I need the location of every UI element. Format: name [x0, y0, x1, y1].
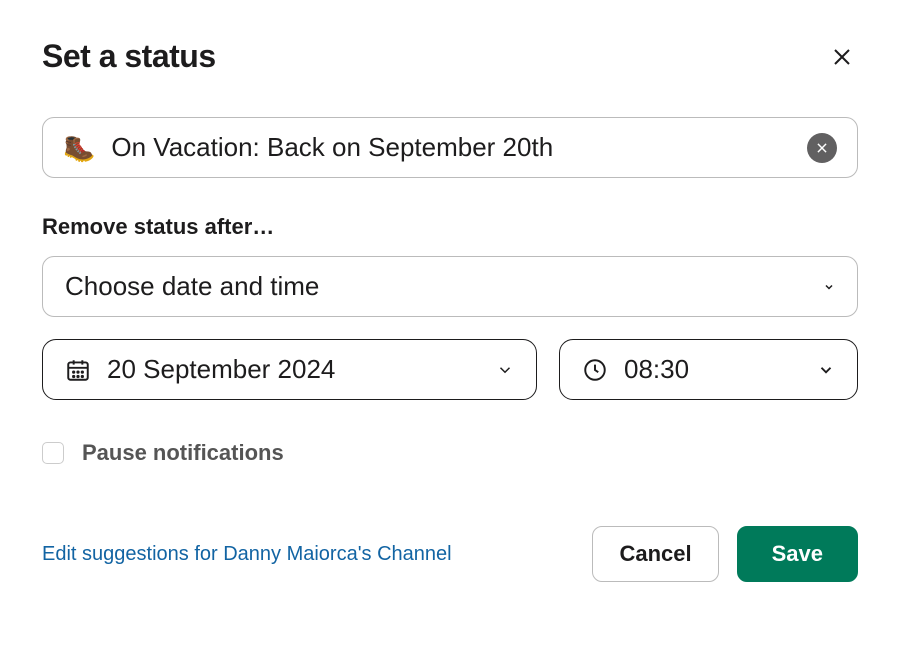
remove-after-label: Remove status after… — [42, 214, 858, 240]
close-button[interactable] — [826, 41, 858, 73]
status-input-container[interactable]: 🥾 — [42, 117, 858, 178]
clear-icon — [815, 141, 829, 155]
duration-dropdown[interactable]: Choose date and time — [42, 256, 858, 317]
time-picker[interactable]: 08:30 — [559, 339, 858, 400]
edit-suggestions-link[interactable]: Edit suggestions for Danny Maiorca's Cha… — [42, 543, 452, 566]
chevron-down-icon — [823, 281, 835, 293]
status-emoji-icon[interactable]: 🥾 — [63, 135, 95, 161]
pause-notifications-checkbox[interactable] — [42, 442, 64, 464]
calendar-icon — [65, 357, 91, 383]
clock-icon — [582, 357, 608, 383]
date-picker[interactable]: 20 September 2024 — [42, 339, 537, 400]
cancel-button[interactable]: Cancel — [592, 526, 718, 582]
dialog-title: Set a status — [42, 38, 216, 75]
status-text-input[interactable] — [111, 132, 791, 163]
duration-dropdown-text: Choose date and time — [65, 271, 319, 302]
save-button[interactable]: Save — [737, 526, 858, 582]
chevron-down-icon — [496, 361, 514, 379]
time-value: 08:30 — [624, 354, 801, 385]
close-icon — [830, 45, 854, 69]
date-value: 20 September 2024 — [107, 354, 480, 385]
chevron-down-icon — [817, 361, 835, 379]
clear-status-button[interactable] — [807, 133, 837, 163]
pause-notifications-label: Pause notifications — [82, 440, 284, 466]
